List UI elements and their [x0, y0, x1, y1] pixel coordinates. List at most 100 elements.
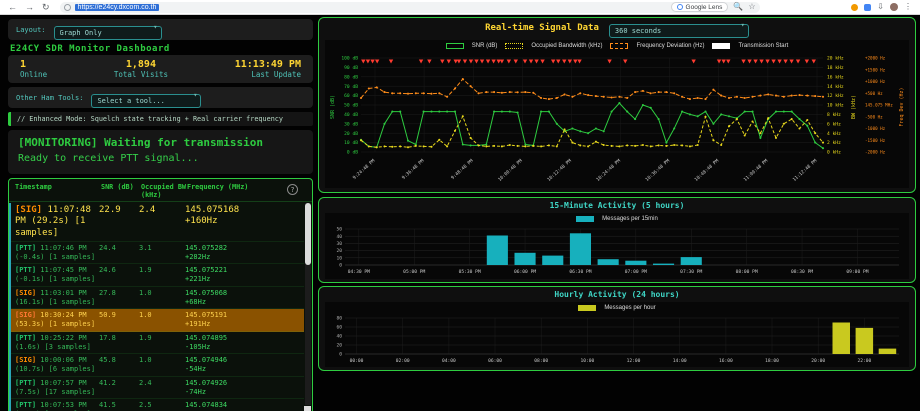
legend-tx-swatch [712, 43, 730, 49]
svg-text:06:00 PM: 06:00 PM [514, 269, 536, 275]
svg-text:90 dB: 90 dB [344, 65, 358, 71]
svg-text:11:00:48 PM: 11:00:48 PM [743, 158, 770, 183]
table-row[interactable]: [PTT] 10:07:57 PM (7.5s) [17 samples]41.… [11, 377, 304, 400]
svg-text:16 kHz: 16 kHz [827, 74, 844, 80]
stat-online: 1 Online [20, 59, 47, 79]
legend-bw-swatch [505, 43, 523, 49]
legend-snr-swatch [446, 43, 464, 49]
legend-dev-swatch [610, 43, 628, 49]
svg-text:02:00: 02:00 [396, 358, 410, 364]
cell-frequency: 145.075068+68Hz [185, 289, 302, 307]
stat-last-update-label: Last Update [235, 70, 301, 79]
svg-text:20: 20 [336, 343, 342, 349]
legend-15min-label: Messages per 15min [602, 216, 658, 222]
svg-text:11:12:48 PM: 11:12:48 PM [792, 158, 819, 183]
stat-total-visits-value: 1,894 [114, 59, 168, 70]
svg-text:9:24:48 PM: 9:24:48 PM [352, 158, 377, 181]
table-scrollbar[interactable] [305, 203, 311, 405]
cell-bw: 1.0 [139, 356, 185, 374]
activity-15min-chart-area: Messages per 15min 0102030405004:30 PM05… [325, 213, 909, 279]
svg-text:06:00: 06:00 [488, 358, 502, 364]
site-info-icon[interactable] [64, 4, 71, 11]
table-row[interactable]: [PTT] 11:07:46 PM (-0.4s) [1 samples]24.… [11, 242, 304, 265]
legend-hourly-swatch [578, 305, 596, 311]
table-row[interactable]: [PTT] 11:07:45 PM (-0.1s) [1 samples]24.… [11, 264, 304, 287]
svg-text:-500 Hz: -500 Hz [865, 114, 883, 119]
table-row[interactable]: [SIG] 11:03:01 PM (16.1s) [1 samples]27.… [11, 287, 304, 310]
layout-select[interactable]: Graph Only [54, 26, 162, 40]
table-row[interactable]: [PTT] 10:07:53 PM (2.7s) [3 samples]41.5… [11, 399, 304, 411]
browser-toolbar: ← → ↻ https://e24cy.dxcom.co.th Google L… [0, 0, 920, 15]
ham-tools-select[interactable]: Select a tool... [91, 94, 201, 108]
cell-timestamp: [SIG] 11:03:01 PM (16.1s) [1 samples] [15, 289, 99, 307]
profile-avatar[interactable] [890, 3, 898, 11]
cell-frequency: 145.075282+282Hz [185, 244, 302, 262]
svg-text:-1000 Hz: -1000 Hz [865, 126, 886, 131]
svg-text:10 dB: 10 dB [344, 140, 358, 146]
svg-text:-1500 Hz: -1500 Hz [865, 138, 886, 143]
table-row[interactable]: [SIG] 11:07:48 PM (29.2s) [1 samples]22.… [11, 203, 304, 242]
svg-text:+500 Hz: +500 Hz [865, 91, 883, 96]
enhanced-mode-banner: // Enhanced Mode: Squelch state tracking… [8, 112, 313, 126]
signal-log-panel: Timestamp SNR (dB) Occupied BW (kHz) Fre… [8, 178, 313, 411]
cell-frequency: 145.074926-74Hz [185, 379, 302, 397]
extension-icon-blue[interactable] [864, 4, 871, 11]
svg-text:2 kHz: 2 kHz [827, 140, 841, 146]
svg-text:12 kHz: 12 kHz [827, 93, 844, 99]
extension-icon-orange[interactable] [851, 4, 858, 11]
svg-text:SNR (dB): SNR (dB) [330, 95, 336, 119]
svg-text:10:24:48 PM: 10:24:48 PM [595, 158, 622, 183]
browser-menu-icon[interactable]: ⋮ [904, 3, 912, 11]
cell-timestamp: [PTT] 10:07:57 PM (7.5s) [17 samples] [15, 379, 99, 397]
help-icon[interactable]: ? [287, 184, 298, 195]
cell-bw: 2.4 [139, 379, 185, 397]
cell-snr: 45.8 [99, 356, 139, 374]
svg-text:10 kHz: 10 kHz [827, 103, 844, 109]
svg-text:06:30 PM: 06:30 PM [569, 269, 591, 275]
svg-text:20 dB: 20 dB [344, 131, 358, 137]
cell-bw: 1.9 [139, 266, 185, 284]
svg-text:60 dB: 60 dB [344, 93, 358, 99]
svg-text:0: 0 [339, 352, 342, 358]
col-bw: Occupied BW (kHz) [141, 183, 187, 199]
search-icon[interactable]: 🔍 [733, 3, 743, 11]
table-scrollbar-thumb[interactable] [305, 203, 311, 265]
svg-text:40: 40 [336, 234, 342, 240]
svg-text:6 kHz: 6 kHz [827, 121, 841, 127]
svg-text:30: 30 [336, 241, 342, 247]
svg-text:07:00 PM: 07:00 PM [625, 269, 647, 275]
svg-text:145.075 MHz: 145.075 MHz [865, 103, 893, 108]
reload-icon[interactable]: ↻ [42, 3, 50, 12]
svg-text:20: 20 [336, 248, 342, 254]
svg-text:50: 50 [336, 227, 342, 233]
svg-text:10:00: 10:00 [580, 358, 594, 364]
time-range-select[interactable]: 360 seconds [609, 24, 749, 38]
stat-online-value: 1 [20, 59, 47, 70]
svg-text:BW (kHz): BW (kHz) [851, 95, 857, 119]
google-lens-chip[interactable]: Google Lens [671, 2, 729, 12]
cell-snr: 17.8 [99, 334, 139, 352]
svg-text:18 kHz: 18 kHz [827, 65, 844, 71]
table-row[interactable]: [SIG] 10:30:24 PM (53.3s) [1 samples]50.… [11, 309, 304, 332]
bookmark-star-icon[interactable]: ☆ [748, 3, 755, 11]
svg-text:20 kHz: 20 kHz [827, 56, 844, 62]
address-bar[interactable]: https://e24cy.dxcom.co.th Google Lens 🔍 … [60, 2, 760, 13]
back-icon[interactable]: ← [8, 3, 17, 12]
cell-timestamp: [SIG] 11:07:48 PM (29.2s) [1 samples] [15, 205, 99, 239]
realtime-line-chart: 100 dB20 kHz90 dB18 kHz80 dB16 kHz70 dB1… [325, 52, 909, 188]
svg-text:07:30 PM: 07:30 PM [680, 269, 702, 275]
cell-snr: 24.4 [99, 244, 139, 262]
forward-icon[interactable]: → [25, 3, 34, 12]
url-text[interactable]: https://e24cy.dxcom.co.th [75, 4, 160, 11]
cell-bw: 2.4 [139, 205, 185, 239]
activity-hourly-title: Hourly Activity (24 hours) [319, 287, 915, 301]
activity-15min-panel: 15-Minute Activity (5 hours) Messages pe… [318, 197, 916, 283]
lens-icon [677, 4, 683, 10]
downloads-icon[interactable]: ⇩ [877, 3, 884, 11]
layout-label: Layout: [16, 26, 46, 34]
table-scrollbar-corner[interactable] [304, 406, 311, 411]
table-row[interactable]: [SIG] 10:00:06 PM (10.7s) [6 samples]45.… [11, 354, 304, 377]
table-row[interactable]: [PTT] 10:25:22 PM (1.6s) [3 samples]17.8… [11, 332, 304, 355]
cell-bw: 3.1 [139, 244, 185, 262]
svg-text:70 dB: 70 dB [344, 84, 358, 90]
